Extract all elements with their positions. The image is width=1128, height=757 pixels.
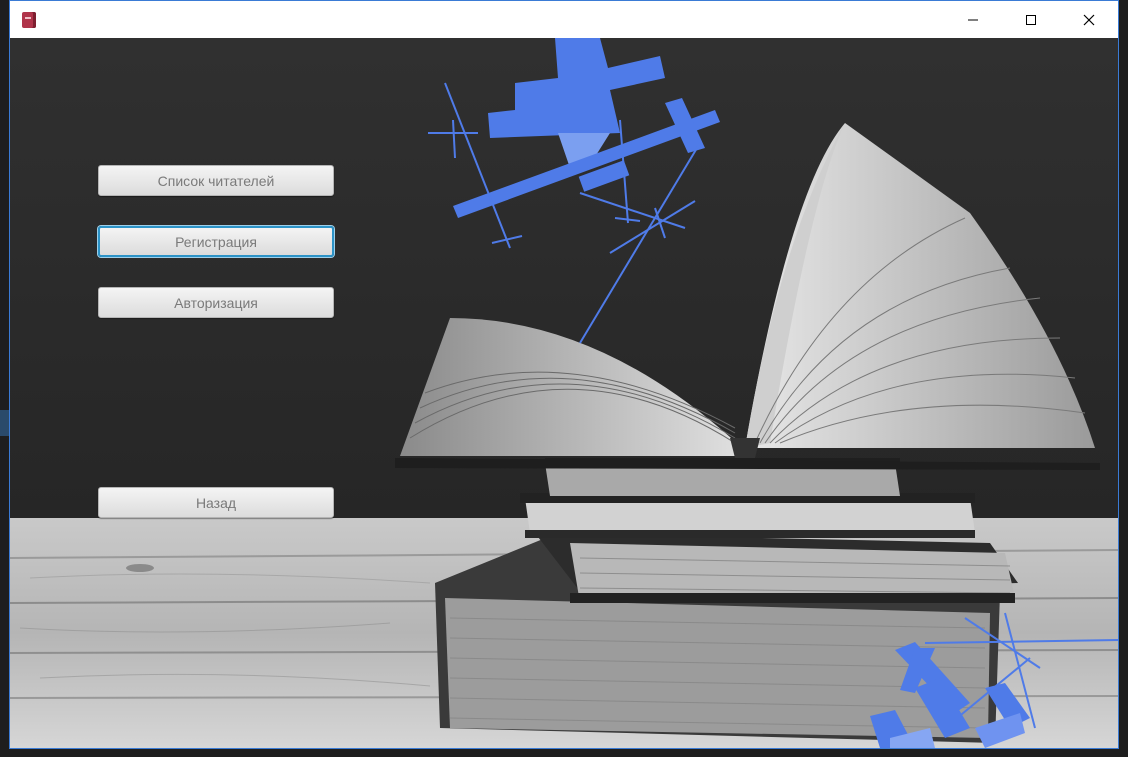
registration-button[interactable]: Регистрация <box>98 226 334 257</box>
minimize-button[interactable] <box>944 1 1002 38</box>
background-illustration <box>10 38 1118 748</box>
title-bar[interactable] <box>10 1 1118 38</box>
close-icon <box>1083 14 1095 25</box>
readers-list-button[interactable]: Список читателей <box>98 165 334 196</box>
desktop: Список читателей Регистрация Авторизация… <box>0 0 1128 757</box>
app-book-icon <box>22 11 36 28</box>
maximize-icon <box>1026 14 1036 25</box>
close-button[interactable] <box>1060 1 1118 38</box>
authorization-button[interactable]: Авторизация <box>98 287 334 318</box>
desktop-edge <box>0 410 9 436</box>
main-content: Список читателей Регистрация Авторизация… <box>10 38 1118 748</box>
maximize-button[interactable] <box>1002 1 1060 38</box>
window-controls <box>944 1 1118 38</box>
app-window: Список читателей Регистрация Авторизация… <box>9 0 1119 749</box>
minimize-icon <box>968 19 978 20</box>
back-button[interactable]: Назад <box>98 487 334 518</box>
